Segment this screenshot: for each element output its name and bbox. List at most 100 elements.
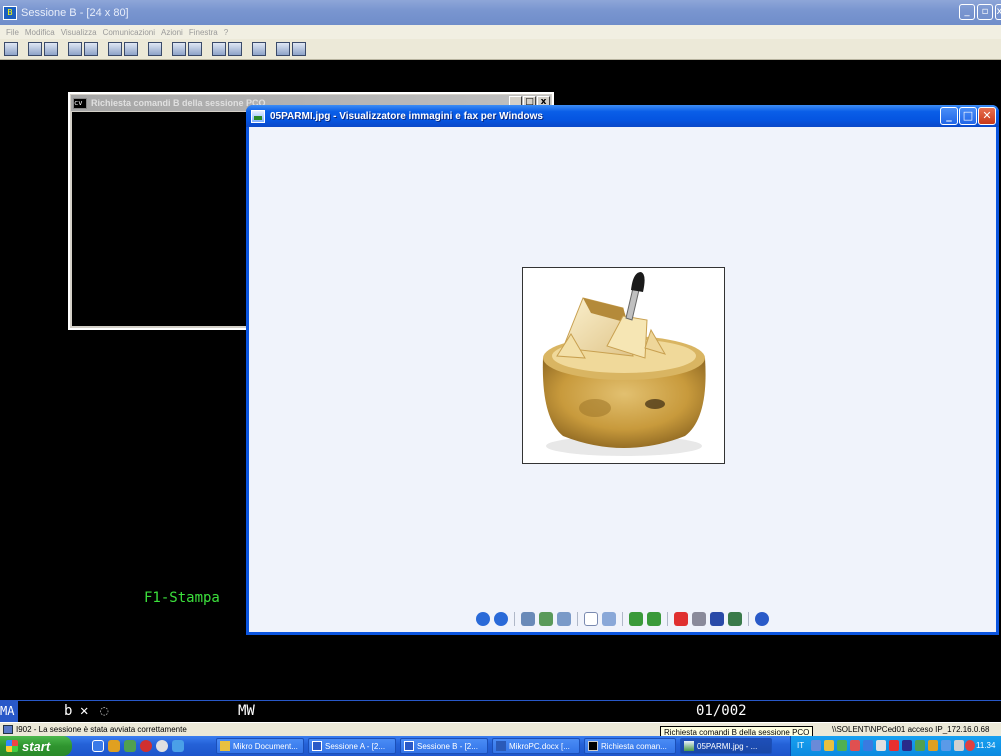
edit-icon[interactable] (728, 612, 742, 626)
display-setup-icon[interactable] (124, 42, 138, 56)
copy-icon[interactable] (28, 42, 42, 56)
menu-file[interactable]: File (6, 28, 19, 37)
taskbar-button-sessione-a[interactable]: Sessione A - [2... (308, 738, 396, 754)
emulator-title: Sessione B - [24 x 80] (21, 6, 129, 19)
actual-size-icon[interactable] (539, 612, 553, 626)
session-status-icon (3, 725, 13, 734)
tray-antivirus-icon[interactable] (850, 740, 860, 751)
quicklaunch-disc-icon[interactable] (156, 740, 168, 752)
play-icon[interactable] (188, 42, 202, 56)
input-inhibited-icon: ✕ (80, 703, 89, 719)
zoom-in-icon[interactable] (584, 612, 598, 626)
minimize-icon[interactable]: _ (959, 4, 975, 20)
taskbar-button-label: Sessione B - [2... (417, 741, 478, 751)
tray-security-icon[interactable] (889, 740, 899, 751)
previous-image-icon[interactable] (476, 612, 490, 626)
menu-finestra[interactable]: Finestra (189, 28, 218, 37)
quicklaunch-app-icon[interactable] (124, 740, 136, 752)
oia-mw: MW (238, 703, 255, 719)
palette-icon[interactable] (276, 42, 290, 56)
display-icon[interactable] (108, 42, 122, 56)
oia-mode: MA (0, 701, 18, 722)
menu-modifica[interactable]: Modifica (25, 28, 55, 37)
menu-comunicazioni[interactable]: Comunicazioni (103, 28, 155, 37)
transfer-down-icon[interactable] (228, 42, 242, 56)
image-viewer-icon (251, 109, 265, 123)
quicklaunch-folder-icon[interactable] (108, 740, 120, 752)
zoom-out-icon[interactable] (602, 612, 616, 626)
taskbar-clock[interactable]: 11.34 (976, 741, 995, 750)
send-icon[interactable] (68, 42, 82, 56)
tray-device-icon[interactable] (902, 740, 912, 751)
tray-shield-icon[interactable] (824, 740, 834, 751)
tray-update-icon[interactable] (876, 740, 886, 751)
taskbar-button-richiesta-comandi[interactable]: Richiesta coman... (584, 738, 676, 754)
menu-help[interactable]: ? (224, 28, 228, 37)
taskbar-button-mikropc-docx[interactable]: MikroPC.docx [... (492, 738, 580, 754)
save-icon[interactable] (710, 612, 724, 626)
help-icon[interactable] (755, 612, 769, 626)
print-icon[interactable] (252, 42, 266, 56)
rotate-counterclockwise-icon[interactable] (647, 612, 661, 626)
tray-volume-icon[interactable] (954, 740, 964, 751)
viewer-minimize-icon[interactable]: _ (940, 107, 958, 125)
tray-network-icon[interactable] (811, 740, 821, 751)
best-fit-icon[interactable] (521, 612, 535, 626)
macro-icon[interactable] (148, 42, 162, 56)
delete-icon[interactable] (674, 612, 688, 626)
print-icon[interactable] (692, 612, 706, 626)
viewer-title-bar[interactable]: 05PARMI.jpg - Visualizzatore immagini e … (246, 105, 999, 127)
tray-app-icon[interactable] (837, 740, 847, 751)
folder-icon (220, 741, 230, 751)
keyboard-map-icon[interactable] (292, 42, 306, 56)
tray-connection-icon[interactable] (863, 740, 873, 751)
restore-icon[interactable]: ▫ (977, 4, 993, 20)
rotate-clockwise-icon[interactable] (629, 612, 643, 626)
quicklaunch-ie-icon[interactable] (92, 740, 104, 752)
image-viewer-window[interactable]: 05PARMI.jpg - Visualizzatore immagini e … (246, 105, 999, 635)
record-icon[interactable] (172, 42, 186, 56)
console-icon (588, 741, 598, 751)
system-tray: IT 11.34 (790, 736, 1001, 756)
viewer-maximize-icon[interactable]: □ (959, 107, 977, 125)
tray-messenger-icon[interactable] (928, 740, 938, 751)
next-image-icon[interactable] (494, 612, 508, 626)
viewer-title: 05PARMI.jpg - Visualizzatore immagini e … (270, 110, 543, 122)
viewer-toolbar (249, 609, 996, 629)
emulator-icon (312, 741, 322, 751)
image-viewer-icon (684, 741, 694, 751)
emulator-title-bar[interactable]: B Sessione B - [24 x 80] _ ▫ x (0, 0, 1001, 25)
emulator-status-bar: I902 - La sessione è stata avviata corre… (0, 722, 1001, 736)
language-indicator[interactable]: IT (797, 741, 804, 750)
menu-azioni[interactable]: Azioni (161, 28, 183, 37)
quicklaunch-browser-icon[interactable] (172, 740, 184, 752)
receive-icon[interactable] (84, 42, 98, 56)
taskbar-button-05parmi[interactable]: 05PARMI.jpg - ... (680, 738, 772, 754)
cursor-position: 01/002 (696, 703, 747, 719)
menu-visualizza[interactable]: Visualizza (61, 28, 97, 37)
terminal-f1-label: F1-Stampa (144, 590, 220, 606)
quicklaunch-media-icon[interactable] (140, 740, 152, 752)
taskbar: start Mikro Document... Sessione A - [2.… (0, 736, 1001, 756)
taskbar-button-mikro-document[interactable]: Mikro Document... (216, 738, 304, 754)
tray-alert-icon[interactable] (965, 740, 975, 751)
slideshow-icon[interactable] (557, 612, 571, 626)
taskbar-button-label: Mikro Document... (233, 741, 298, 751)
close-icon[interactable]: x (995, 4, 1001, 20)
tray-sync-icon[interactable] (915, 740, 925, 751)
start-button[interactable]: start (0, 736, 72, 756)
toolbar-button-icon[interactable] (4, 42, 18, 56)
taskbar-button-label: 05PARMI.jpg - ... (697, 741, 758, 751)
emulator-toolbar (0, 39, 1001, 60)
taskbar-button-sessione-b[interactable]: Sessione B - [2... (400, 738, 488, 754)
status-host-info: \\SOLENT\NPCed01 acceso IP_172.16.0.68 (832, 725, 990, 734)
viewer-close-icon[interactable]: ✕ (978, 107, 996, 125)
emulator-app-icon[interactable]: B (3, 5, 17, 20)
taskbar-button-label: Richiesta coman... (601, 741, 667, 751)
word-icon (496, 741, 506, 751)
paste-icon[interactable] (44, 42, 58, 56)
transfer-up-icon[interactable] (212, 42, 226, 56)
viewer-canvas (249, 127, 996, 632)
emulator-menu-bar: File Modifica Visualizza Comunicazioni A… (0, 25, 1001, 39)
tray-wireless-icon[interactable] (941, 740, 951, 751)
